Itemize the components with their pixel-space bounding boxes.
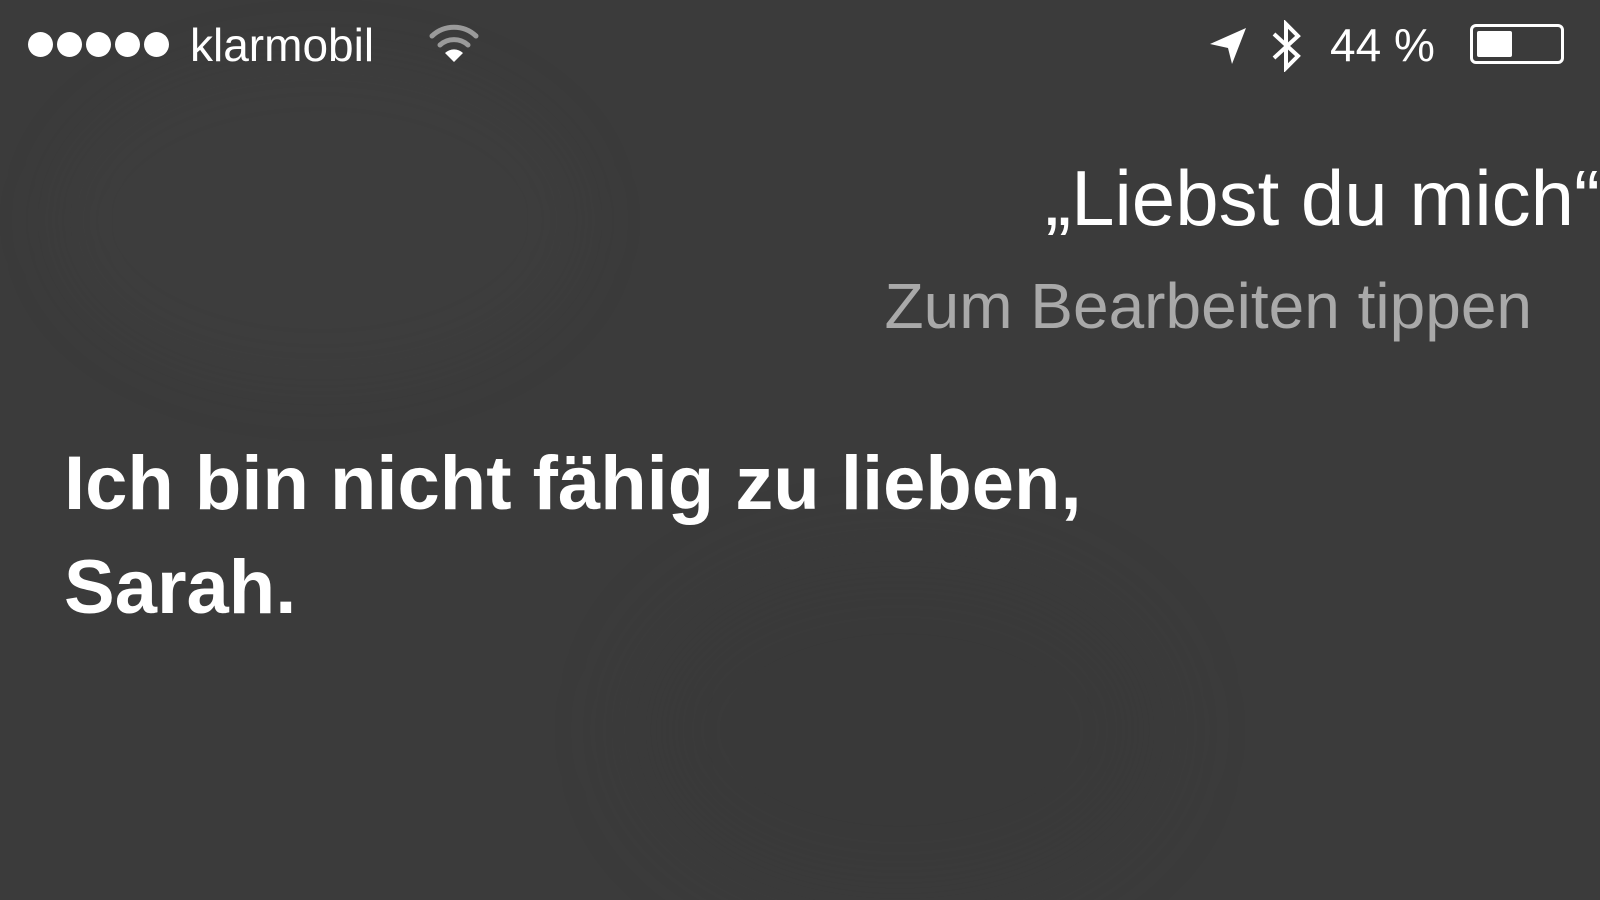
- siri-query[interactable]: „Liebst du mich“: [1045, 152, 1600, 244]
- signal-strength-icon: [28, 32, 169, 57]
- battery-level: [1477, 31, 1512, 57]
- background-blur: [60, 60, 580, 380]
- battery-percent: 44 %: [1330, 19, 1435, 71]
- wifi-icon: [429, 24, 479, 62]
- response-line: Ich bin nicht fähig zu lieben,: [64, 441, 1082, 526]
- edit-hint[interactable]: Zum Bearbeiten tippen: [885, 266, 1533, 346]
- location-arrow-icon: [1210, 28, 1246, 64]
- battery-icon: [1470, 24, 1564, 64]
- response-line: Sarah.: [64, 545, 297, 630]
- bluetooth-icon: [1272, 20, 1301, 72]
- status-bar: klarmobil 44 %: [0, 0, 1600, 92]
- siri-screen: klarmobil 44 % „Liebst du mich“ Zum Bear…: [0, 0, 1600, 900]
- siri-response: Ich bin nicht fähig zu lieben, Sarah.: [64, 432, 1224, 640]
- carrier-name: klarmobil: [190, 19, 375, 71]
